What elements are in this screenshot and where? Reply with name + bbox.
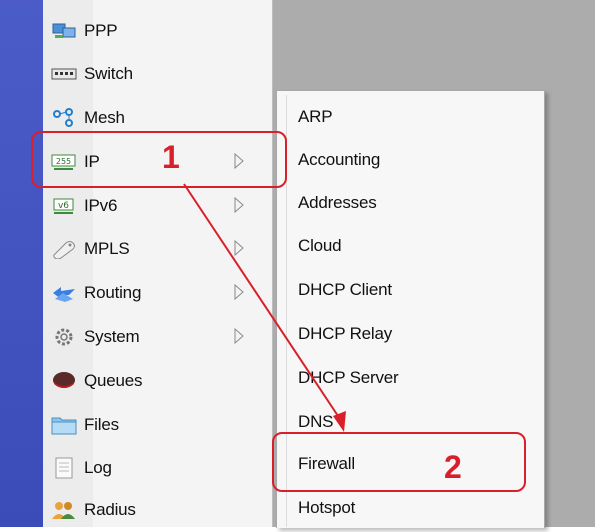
annotation-arrow-layer — [183, 183, 346, 432]
annotation-arrow-line — [183, 183, 345, 426]
annotation-arrow-head — [333, 411, 346, 432]
